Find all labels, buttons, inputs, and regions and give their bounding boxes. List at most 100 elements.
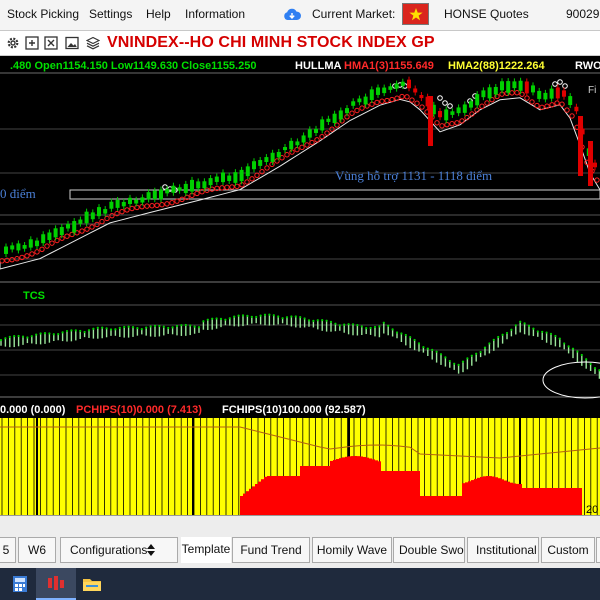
chips-red-bar xyxy=(390,471,393,515)
candle-body xyxy=(22,245,27,249)
chips-red-bar xyxy=(474,478,477,515)
hma1-dot xyxy=(24,253,30,259)
hma1-dot xyxy=(374,99,380,106)
spinner-icon[interactable] xyxy=(146,542,156,558)
chips-red-bar xyxy=(381,471,384,515)
chips-red-bar xyxy=(534,488,537,515)
tab-configurations[interactable]: Configurations xyxy=(60,537,178,563)
cloud-icon[interactable] xyxy=(283,7,301,21)
tcs-dot xyxy=(382,321,385,324)
image-icon[interactable] xyxy=(65,36,79,50)
tab-overflow[interactable] xyxy=(596,537,600,563)
hma-white-dot xyxy=(162,184,168,190)
hma1-dot xyxy=(244,179,250,185)
chips-red-bar xyxy=(384,471,387,515)
chips-red-bar xyxy=(513,483,516,515)
chips-red-bar xyxy=(483,476,486,515)
layers-icon[interactable] xyxy=(86,36,100,50)
tcs-dot xyxy=(470,354,473,357)
hma1-dot xyxy=(484,100,490,106)
add-icon[interactable] xyxy=(25,36,39,50)
chips-red-bar xyxy=(495,477,498,515)
tab-fund-trend[interactable]: Fund Trend xyxy=(232,537,310,563)
chips-red-bar xyxy=(417,471,420,515)
tcs-dot xyxy=(439,353,443,356)
tcs-dot xyxy=(545,331,548,334)
tab-institutional-accumulation[interactable]: Institutional Accumulation xyxy=(467,537,539,563)
tcs-dot xyxy=(571,347,575,350)
chips-red-bar xyxy=(438,496,441,515)
candle-body xyxy=(159,189,163,200)
chips-red-bar xyxy=(471,480,474,515)
hma1-dot xyxy=(84,226,90,232)
menu-help[interactable]: Help xyxy=(146,7,171,21)
gear-icon[interactable] xyxy=(6,36,20,50)
candle-body xyxy=(332,113,337,124)
fi-label: Fi xyxy=(588,85,596,96)
stock-app-icon[interactable] xyxy=(36,568,76,600)
tcs-dot xyxy=(57,333,60,336)
tcs-dot xyxy=(593,366,597,370)
hma1-dots xyxy=(0,79,600,264)
candle-body xyxy=(208,178,213,186)
candle-body xyxy=(295,141,300,146)
menu-settings[interactable]: Settings xyxy=(89,7,132,21)
hma1-dot xyxy=(154,202,160,209)
tcs-dot xyxy=(541,330,544,333)
chips-red-bar xyxy=(414,471,417,515)
tcs-dot xyxy=(527,324,531,327)
chips-red-bar xyxy=(441,496,444,515)
tcs-dot xyxy=(4,337,7,340)
chips-red-bar xyxy=(447,496,450,515)
calculator-icon[interactable] xyxy=(0,568,40,600)
close-icon[interactable] xyxy=(44,36,58,50)
vietnam-flag-icon[interactable] xyxy=(402,3,429,25)
chips-red-bar xyxy=(408,471,411,515)
hma1-dot xyxy=(219,185,225,191)
chips-red-bar xyxy=(432,496,435,515)
hma1-dot xyxy=(134,204,140,211)
tcs-dot xyxy=(299,316,302,319)
hma-white-dot xyxy=(437,95,443,101)
tcs-dot xyxy=(321,319,324,322)
hma1-dot xyxy=(569,113,575,119)
tcs-dot xyxy=(263,313,267,316)
chips-red-bar xyxy=(468,481,471,515)
chips-red-bar xyxy=(372,459,375,515)
tcs-dot xyxy=(145,326,148,329)
tab-w6[interactable]: W6 xyxy=(18,537,56,563)
hma1-dot xyxy=(449,121,455,127)
tcs-dot xyxy=(140,328,143,331)
tab-bar: 5 W6 Configurations Template Fund Trend … xyxy=(0,515,600,568)
tcs-dot xyxy=(563,342,566,345)
tcs-dot xyxy=(171,326,174,329)
hma1-dot xyxy=(389,96,395,103)
hma1-dot xyxy=(554,100,560,106)
tab-5[interactable]: 5 xyxy=(0,537,16,563)
hma1-dot xyxy=(169,199,175,206)
tcs-dot xyxy=(312,319,315,323)
tab-double-sword[interactable]: Double Sword xyxy=(393,537,465,563)
tab-homily-wave[interactable]: Homily Wave xyxy=(312,537,392,563)
tab-custom[interactable]: Custom xyxy=(541,537,595,563)
chips-red-bar xyxy=(303,466,306,515)
hma1-dot xyxy=(529,99,535,105)
hma1-dot xyxy=(404,94,410,100)
chips-red-bar xyxy=(345,456,348,515)
hma1-dot xyxy=(354,107,360,114)
menu-stock-picking[interactable]: Stock Picking xyxy=(7,7,79,21)
chart-canvas[interactable]: .480 Open1154.150 Low1149.630 Close1155.… xyxy=(0,56,600,515)
chips-red-bar xyxy=(426,496,429,515)
tcs-dot xyxy=(497,335,500,339)
file-explorer-icon[interactable] xyxy=(72,568,112,600)
market-name[interactable]: HONSE Quotes xyxy=(444,7,529,21)
tcs-dot xyxy=(272,314,275,317)
chips-red-bar xyxy=(342,457,345,515)
tcs-dot xyxy=(365,327,368,330)
menu-information[interactable]: Information xyxy=(185,7,245,21)
tab-template[interactable]: Template xyxy=(181,537,231,563)
candle-body xyxy=(543,92,548,100)
hma1-dot xyxy=(349,110,355,116)
price-chart[interactable]: .480 Open1154.150 Low1149.630 Close1155.… xyxy=(0,56,600,515)
candle-body xyxy=(283,147,287,151)
